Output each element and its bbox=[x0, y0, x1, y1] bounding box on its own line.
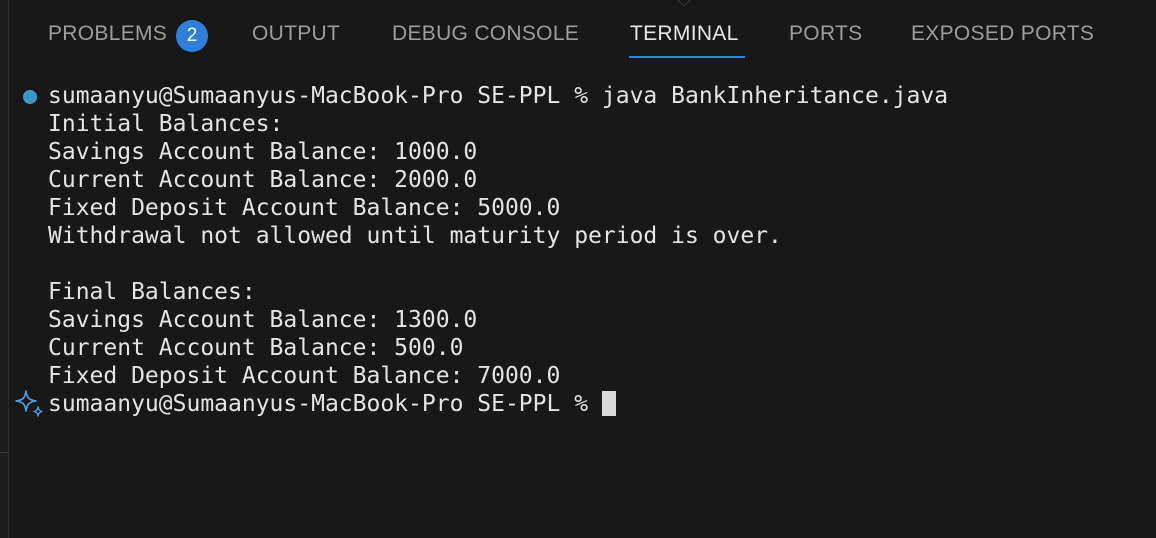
output-line: Savings Account Balance: 1300.0 bbox=[48, 307, 478, 333]
terminal-output-area[interactable]: sumaanyu@Sumaanyus-MacBook-Pro SE-PPL % … bbox=[0, 80, 1156, 538]
output-line: Current Account Balance: 500.0 bbox=[48, 335, 464, 361]
prompt-text: sumaanyu@Sumaanyus-MacBook-Pro SE-PPL % bbox=[48, 391, 602, 417]
prompt-line[interactable]: sumaanyu@Sumaanyus-MacBook-Pro SE-PPL % bbox=[48, 390, 616, 418]
output-line: Fixed Deposit Account Balance: 7000.0 bbox=[48, 363, 561, 389]
panel-tab-bar: PROBLEMS 2 OUTPUT DEBUG CONSOLE TERMINAL… bbox=[0, 0, 1156, 62]
tab-problems[interactable]: PROBLEMS bbox=[48, 22, 167, 52]
active-tab-indicator bbox=[629, 56, 745, 58]
tab-debug-console-label: DEBUG CONSOLE bbox=[392, 22, 580, 45]
circle-icon[interactable] bbox=[23, 90, 37, 104]
tab-terminal[interactable]: TERMINAL bbox=[630, 22, 739, 52]
tab-exposed-ports-label: EXPOSED PORTS bbox=[911, 22, 1095, 45]
text-cursor bbox=[601, 391, 616, 416]
problems-count-badge: 2 bbox=[176, 20, 208, 52]
output-line: Initial Balances: bbox=[48, 111, 284, 137]
output-line: Current Account Balance: 2000.0 bbox=[48, 167, 478, 193]
sparkle-icon[interactable] bbox=[15, 389, 45, 419]
output-line: Withdrawal not allowed until maturity pe… bbox=[48, 223, 782, 249]
command-line: sumaanyu@Sumaanyus-MacBook-Pro SE-PPL % … bbox=[48, 83, 949, 109]
tab-debug-console[interactable]: DEBUG CONSOLE bbox=[392, 22, 579, 52]
tab-exposed-ports[interactable]: EXPOSED PORTS bbox=[911, 22, 1094, 52]
output-line: Final Balances: bbox=[48, 279, 256, 305]
tab-output-label: OUTPUT bbox=[252, 22, 341, 45]
tab-ports[interactable]: PORTS bbox=[789, 22, 862, 52]
tab-ports-label: PORTS bbox=[789, 22, 863, 45]
tab-output[interactable]: OUTPUT bbox=[252, 22, 340, 52]
output-line: Savings Account Balance: 1000.0 bbox=[48, 139, 478, 165]
tab-problems-label: PROBLEMS bbox=[48, 22, 168, 45]
terminal-panel: PROBLEMS 2 OUTPUT DEBUG CONSOLE TERMINAL… bbox=[0, 0, 1156, 538]
output-line: Fixed Deposit Account Balance: 5000.0 bbox=[48, 195, 561, 221]
tab-terminal-label: TERMINAL bbox=[630, 22, 739, 45]
